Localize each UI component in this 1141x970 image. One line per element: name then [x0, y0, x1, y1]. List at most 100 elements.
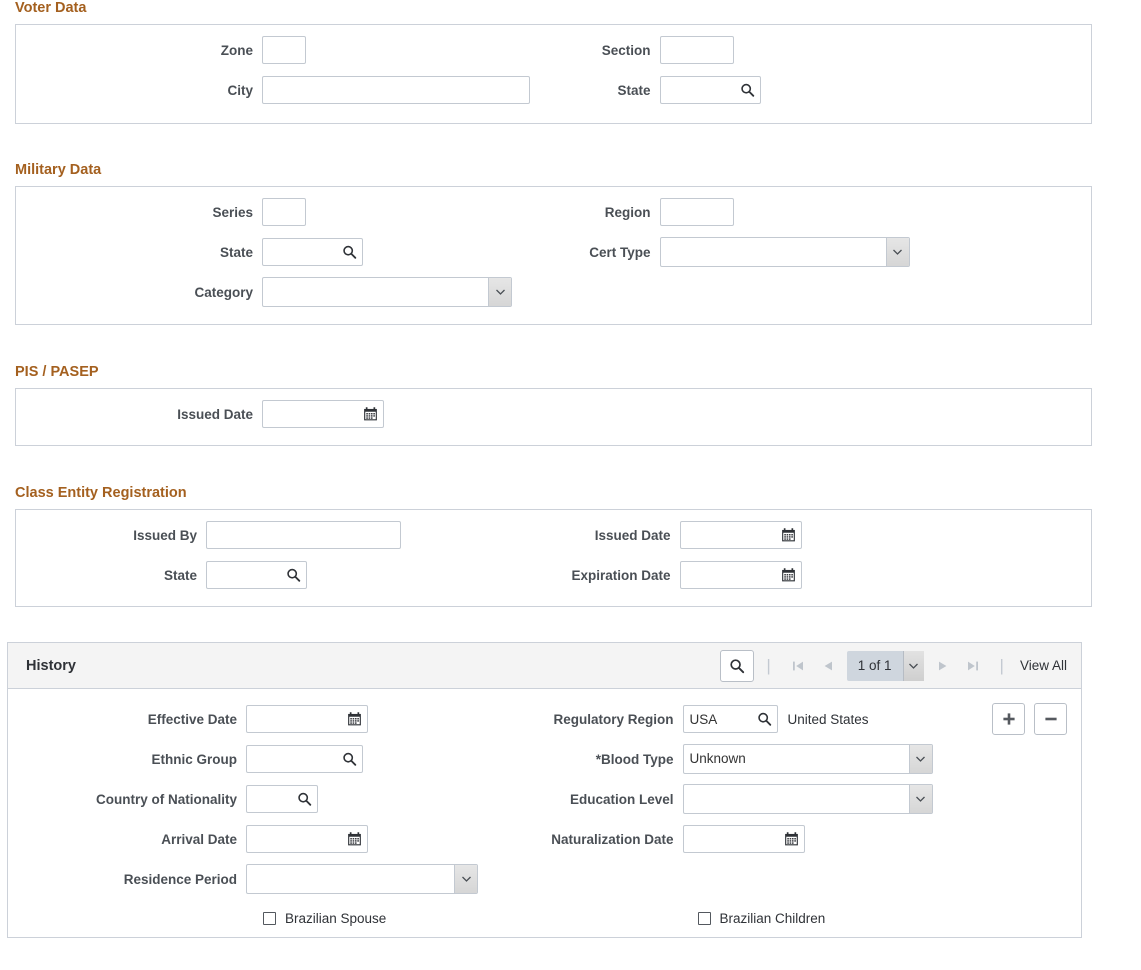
history-header: History | 1 of 1 | View All [8, 643, 1081, 689]
view-all-link[interactable]: View All [1016, 658, 1067, 673]
field-row-series: Series [16, 192, 554, 232]
label-class-entity-state: State [163, 567, 197, 583]
history-title: History [26, 657, 76, 674]
calendar-icon[interactable] [346, 711, 363, 728]
label-residence-period: Residence Period [123, 871, 237, 887]
first-page-icon[interactable] [783, 651, 813, 681]
brazilian-children-checkbox[interactable] [697, 911, 711, 925]
education-level-select-value [684, 785, 909, 813]
layout-spacer [545, 859, 1082, 899]
label-naturalization-date: Naturalization Date [551, 831, 674, 847]
panel-voter-data: Zone City Section State [15, 24, 1092, 124]
calendar-icon[interactable] [362, 406, 379, 423]
arrival-date-wrapper [246, 825, 368, 853]
label-education-level: Education Level [569, 791, 674, 807]
field-row-pis-issued-date: Issued Date [16, 394, 554, 434]
panel-military-data: Series State Category Region Cert Type [15, 186, 1092, 325]
label-country-of-nationality: Country of Nationality [96, 791, 237, 807]
education-level-select[interactable] [682, 784, 933, 814]
region-input[interactable] [659, 198, 734, 226]
cert-type-select-value [661, 238, 886, 266]
blood-type-select-value: Unknown [689, 751, 746, 766]
class-entity-state-lookup-wrapper [206, 561, 307, 589]
chevron-down-icon[interactable] [885, 238, 909, 266]
pis-issued-date-wrapper [262, 400, 384, 428]
nav-separator: | [766, 656, 771, 675]
field-row-section: Section [554, 30, 1092, 70]
panel-history: History | 1 of 1 | View All Effective Da… [7, 642, 1082, 938]
label-issued-by: Issued By [133, 527, 197, 543]
calendar-icon[interactable] [780, 567, 797, 584]
search-icon[interactable] [739, 82, 756, 99]
field-row-country-of-nationality: Country of Nationality [8, 779, 545, 819]
previous-page-icon[interactable] [813, 651, 843, 681]
expiration-date-wrapper [679, 561, 802, 589]
regulatory-region-description: United States [787, 711, 869, 727]
search-icon[interactable] [341, 244, 358, 261]
ethnic-group-lookup-wrapper [246, 745, 363, 773]
residence-period-select[interactable] [246, 864, 478, 894]
field-row-class-entity-state: State [16, 555, 554, 595]
field-row-education-level: Education Level [545, 779, 1082, 819]
chevron-down-icon[interactable] [902, 650, 924, 681]
label-pis-issued-date: Issued Date [177, 406, 253, 422]
field-row-residence-period: Residence Period [8, 859, 545, 899]
field-row-ethnic-group: Ethnic Group [8, 739, 545, 779]
history-grid-navigation: | 1 of 1 | View All [720, 649, 1067, 682]
field-row-category: Category [16, 272, 554, 312]
delete-row-button[interactable] [1034, 703, 1067, 735]
country-of-nationality-lookup-wrapper [246, 785, 318, 813]
row-action-buttons [992, 703, 1067, 735]
section-title-class-entity-registration: Class Entity Registration [15, 485, 187, 501]
chevron-down-icon[interactable] [908, 745, 932, 773]
cert-type-select[interactable] [659, 237, 910, 267]
calendar-icon[interactable] [783, 831, 800, 848]
field-row-expiration-date: Expiration Date [554, 555, 1092, 595]
issued-by-input[interactable] [206, 521, 401, 549]
label-blood-type: *Blood Type [595, 751, 674, 767]
calendar-icon[interactable] [346, 831, 363, 848]
search-icon[interactable] [296, 791, 313, 808]
blood-type-select[interactable]: Unknown [682, 744, 933, 774]
last-page-icon[interactable] [958, 651, 988, 681]
section-input[interactable] [659, 36, 734, 64]
field-row-city: City [16, 70, 554, 110]
category-select[interactable] [262, 277, 512, 307]
calendar-icon[interactable] [780, 527, 797, 544]
effective-date-wrapper [246, 705, 368, 733]
field-row-region: Region [554, 192, 1092, 232]
chevron-down-icon[interactable] [488, 278, 511, 306]
field-row-blood-type: *Blood Type Unknown [545, 739, 1082, 779]
zone-input[interactable] [262, 36, 306, 64]
voter-state-lookup-wrapper [659, 76, 761, 104]
field-row-voter-state: State [554, 70, 1092, 110]
grid-search-button[interactable] [720, 649, 755, 682]
label-region: Region [604, 204, 651, 220]
chevron-down-icon[interactable] [454, 865, 477, 893]
regulatory-region-lookup-wrapper [682, 705, 778, 733]
search-icon[interactable] [756, 711, 773, 728]
section-title-pis-pasep: PIS / PASEP [15, 364, 99, 380]
label-brazilian-children: Brazilian Children [719, 910, 826, 926]
field-row-ce-issued-date: Issued Date [554, 515, 1092, 555]
field-row-zone: Zone [16, 30, 554, 70]
label-regulatory-region: Regulatory Region [553, 711, 674, 727]
city-input[interactable] [262, 76, 530, 104]
field-row-brazilian-spouse: Brazilian Spouse [8, 899, 545, 937]
add-row-button[interactable] [992, 703, 1025, 735]
field-row-brazilian-children: Brazilian Children [545, 899, 1082, 937]
search-icon[interactable] [285, 567, 302, 584]
brazilian-spouse-checkbox[interactable] [263, 911, 276, 925]
chevron-down-icon[interactable] [908, 785, 932, 813]
page-indicator-dropdown[interactable]: 1 of 1 [846, 650, 924, 681]
label-section: Section [601, 42, 651, 58]
search-icon[interactable] [341, 751, 358, 768]
label-effective-date: Effective Date [147, 711, 237, 727]
naturalization-date-wrapper [682, 825, 805, 853]
ce-issued-date-wrapper [679, 521, 802, 549]
nav-separator: | [999, 656, 1004, 675]
field-row-arrival-date: Arrival Date [8, 819, 545, 859]
field-row-cert-type: Cert Type [554, 232, 1092, 272]
next-page-icon[interactable] [928, 651, 958, 681]
series-input[interactable] [262, 198, 306, 226]
